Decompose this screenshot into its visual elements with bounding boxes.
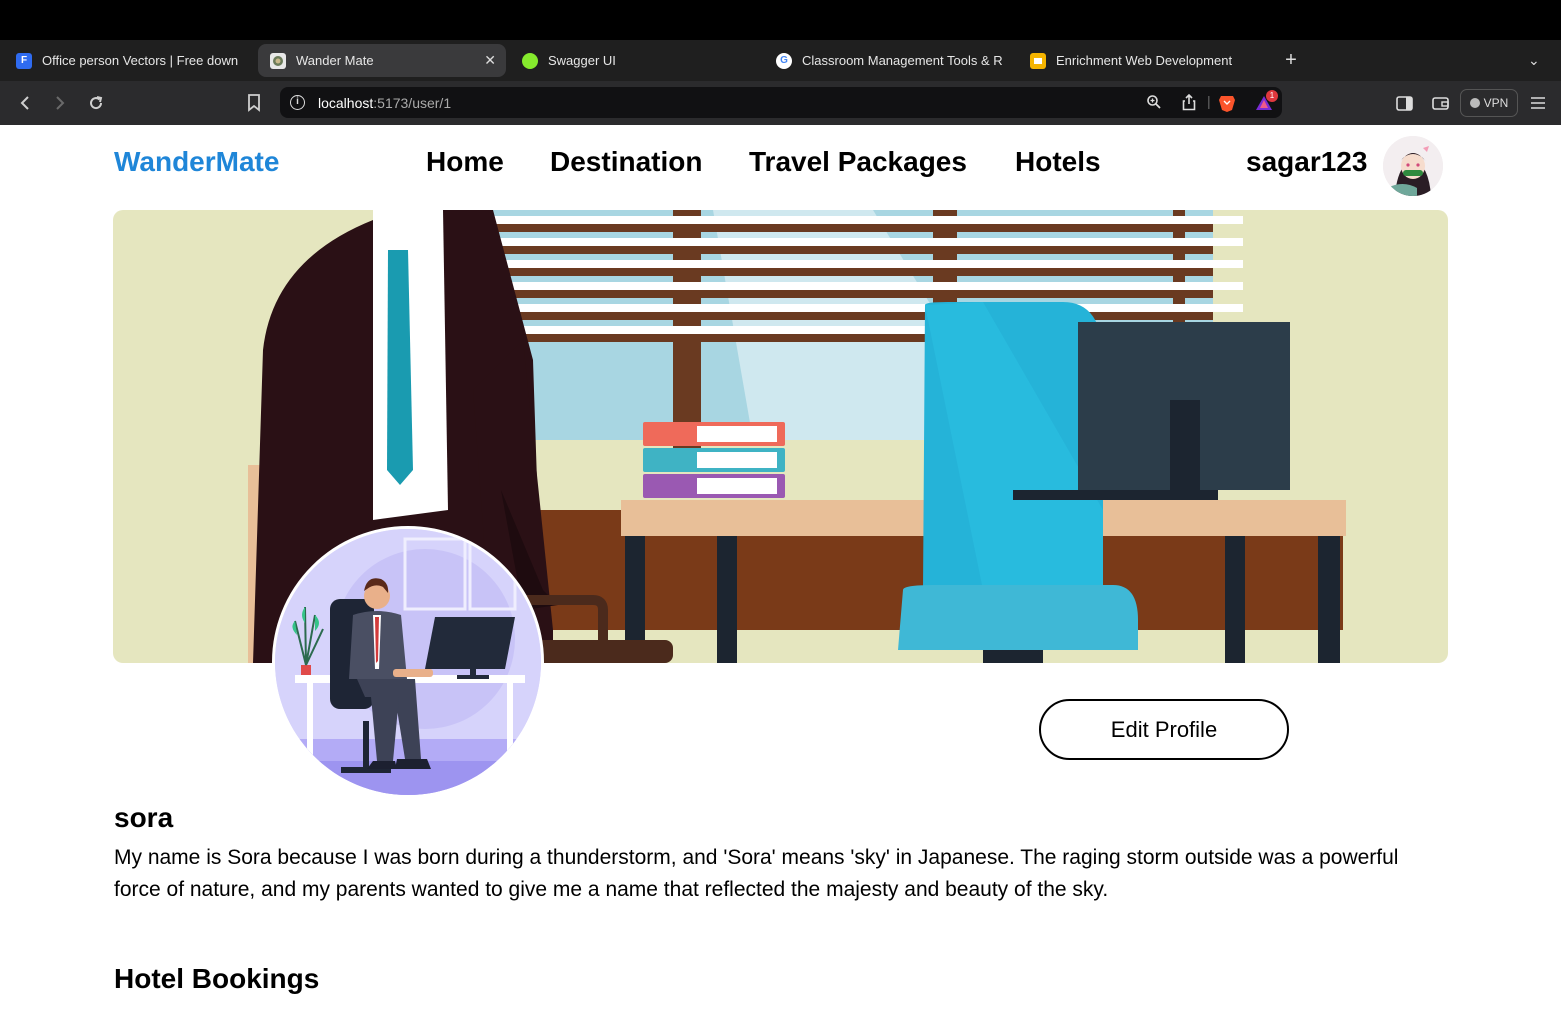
swagger-favicon-icon: [522, 52, 538, 69]
address-bar[interactable]: i localhost:5173/user/1 | 1: [280, 87, 1282, 118]
google-favicon-icon: G: [776, 52, 792, 69]
close-tab-icon[interactable]: ✕: [484, 52, 496, 69]
profile-name: sora: [114, 802, 174, 833]
browser-toolbar: i localhost:5173/user/1 | 1 VPN: [0, 81, 1561, 125]
username[interactable]: sagar123: [1246, 146, 1367, 178]
nav-home[interactable]: Home: [426, 146, 504, 178]
tab-swagger-ui[interactable]: Swagger UI: [510, 44, 760, 77]
forward-icon[interactable]: [46, 89, 74, 117]
user-avatar[interactable]: [1383, 136, 1443, 196]
tab-strip: F Office person Vectors | Free down Wand…: [0, 40, 1561, 81]
nav-travel-packages[interactable]: Travel Packages: [749, 146, 967, 178]
reload-icon[interactable]: [82, 89, 110, 117]
profile-bio: My name is Sora because I was born durin…: [114, 846, 1399, 901]
tab-title: Swagger UI: [548, 53, 616, 68]
tab-title: Classroom Management Tools & R: [802, 53, 1003, 68]
edit-profile-button[interactable]: Edit Profile: [1039, 699, 1289, 760]
site-info-icon[interactable]: i: [290, 95, 305, 110]
wallet-icon[interactable]: [1426, 89, 1454, 117]
tab-wander-mate[interactable]: Wander Mate ✕: [258, 44, 506, 77]
new-tab-icon[interactable]: +: [1280, 44, 1302, 77]
page-content: WanderMate Home Destination Travel Packa…: [0, 125, 1561, 1015]
share-icon[interactable]: [1182, 93, 1196, 114]
site-logo[interactable]: WanderMate: [114, 146, 279, 178]
zoom-icon[interactable]: [1146, 94, 1162, 113]
tab-office-person-vectors[interactable]: F Office person Vectors | Free down: [4, 44, 256, 77]
menu-icon[interactable]: [1524, 89, 1552, 117]
url-text: localhost:5173/user/1: [318, 95, 452, 111]
bookmark-icon[interactable]: [240, 89, 268, 117]
nav-hotels[interactable]: Hotels: [1015, 146, 1101, 178]
tab-title: Wander Mate: [296, 53, 374, 68]
back-icon[interactable]: [11, 89, 39, 117]
nav-destination[interactable]: Destination: [550, 146, 702, 178]
vpn-label: VPN: [1483, 96, 1509, 110]
tab-title: Enrichment Web Development: [1056, 53, 1233, 68]
tab-list-chevron-icon[interactable]: ⌄: [1528, 44, 1540, 77]
rewards-badge: 1: [1266, 90, 1278, 102]
window-titlebar: [0, 0, 1561, 40]
freepik-favicon-icon: F: [16, 52, 32, 69]
hotel-bookings-heading: Hotel Bookings: [114, 963, 320, 994]
vpn-status-icon: [1469, 98, 1480, 108]
profile-picture[interactable]: [272, 526, 544, 798]
wandermate-favicon-icon: [270, 52, 286, 69]
vpn-button[interactable]: VPN: [1460, 89, 1518, 117]
sidebar-toggle-icon[interactable]: [1390, 89, 1418, 117]
tab-enrichment-web-dev[interactable]: Enrichment Web Development: [1018, 44, 1270, 77]
tab-classroom-management[interactable]: G Classroom Management Tools & R: [764, 44, 1016, 77]
tab-title: Office person Vectors | Free down: [42, 53, 239, 68]
brave-shields-icon[interactable]: [1218, 94, 1236, 116]
divider: |: [1207, 93, 1211, 109]
slides-favicon-icon: [1030, 52, 1046, 69]
